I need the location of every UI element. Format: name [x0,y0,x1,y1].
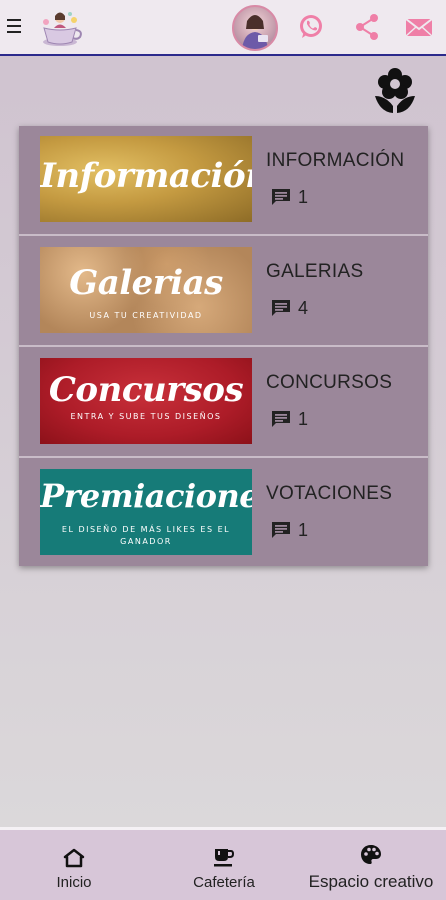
comment-icon [272,300,290,316]
list-item-concursos[interactable]: Concursos ENTRA Y SUBE TUS DISEÑOS CONCU… [19,348,428,458]
banner-title: Galerias [69,263,223,303]
banner-subtitle: EL DISEÑO DE MÁS LIKES ES EL [61,525,231,534]
comment-icon [272,411,290,427]
section-title: VOTACIONES [266,483,393,504]
list-item-informacion[interactable]: Información INFORMACIÓN 1 [19,126,428,236]
nav-label: Espacio creativo [308,872,434,891]
banner-subtitle: ENTRA Y SUBE TUS DISEÑOS [70,412,222,421]
comment-count: 1 [271,186,308,208]
banner-galerias: Galerias USA TU CREATIVIDAD [40,247,252,333]
banner-title: Concursos [48,370,244,410]
nav-cafeteria[interactable]: Cafetería [176,830,272,900]
coffee-icon [214,849,235,867]
menu-icon[interactable] [7,16,25,36]
list-item-galerias[interactable]: Galerias USA TU CREATIVIDAD GALERIAS 4 [19,237,428,347]
sections-list: Información INFORMACIÓN 1 Galerias USA T… [19,126,428,566]
banner-informacion: Información [40,136,252,222]
section-title: INFORMACIÓN [266,150,405,171]
banner-premiaciones: Premiaciones EL DISEÑO DE MÁS LIKES ES E… [40,469,252,555]
cup-logo-icon [43,12,82,46]
count-value: 1 [298,186,309,207]
comment-count: 1 [271,408,308,430]
share-icon[interactable] [352,12,382,42]
divider [19,345,428,347]
count-value: 1 [298,408,309,429]
comment-icon [272,522,290,538]
home-icon [63,848,85,868]
nav-label: Inicio [56,874,92,891]
list-item-votaciones[interactable]: Premiaciones EL DISEÑO DE MÁS LIKES ES E… [19,459,428,569]
count-value: 1 [298,519,309,540]
banner-title: Información [40,156,252,196]
section-title: CONCURSOS [266,372,393,393]
section-title: GALERIAS [266,261,364,282]
banner-subtitle: USA TU CREATIVIDAD [89,311,203,320]
app-top-bar [0,0,446,56]
divider [19,456,428,458]
comment-count: 4 [271,297,308,319]
whatsapp-icon[interactable] [296,12,326,42]
nav-label: Cafetería [193,874,255,891]
count-value: 4 [298,297,309,318]
mail-icon[interactable] [404,12,434,42]
divider [19,234,428,236]
comment-count: 1 [271,519,308,541]
nav-espacio-creativo[interactable]: Espacio creativo [298,830,444,900]
flower-icon[interactable] [372,66,418,114]
banner-concursos: Concursos ENTRA Y SUBE TUS DISEÑOS [40,358,252,444]
nav-inicio[interactable]: Inicio [28,830,120,900]
banner-title: Premiaciones [40,477,252,515]
banner-subtitle: GANADOR [120,537,172,546]
bottom-navigation: Inicio Cafetería Espacio creativo [0,827,446,900]
palette-icon [361,845,381,864]
profile-avatar[interactable] [232,5,278,51]
comment-icon [272,189,290,205]
